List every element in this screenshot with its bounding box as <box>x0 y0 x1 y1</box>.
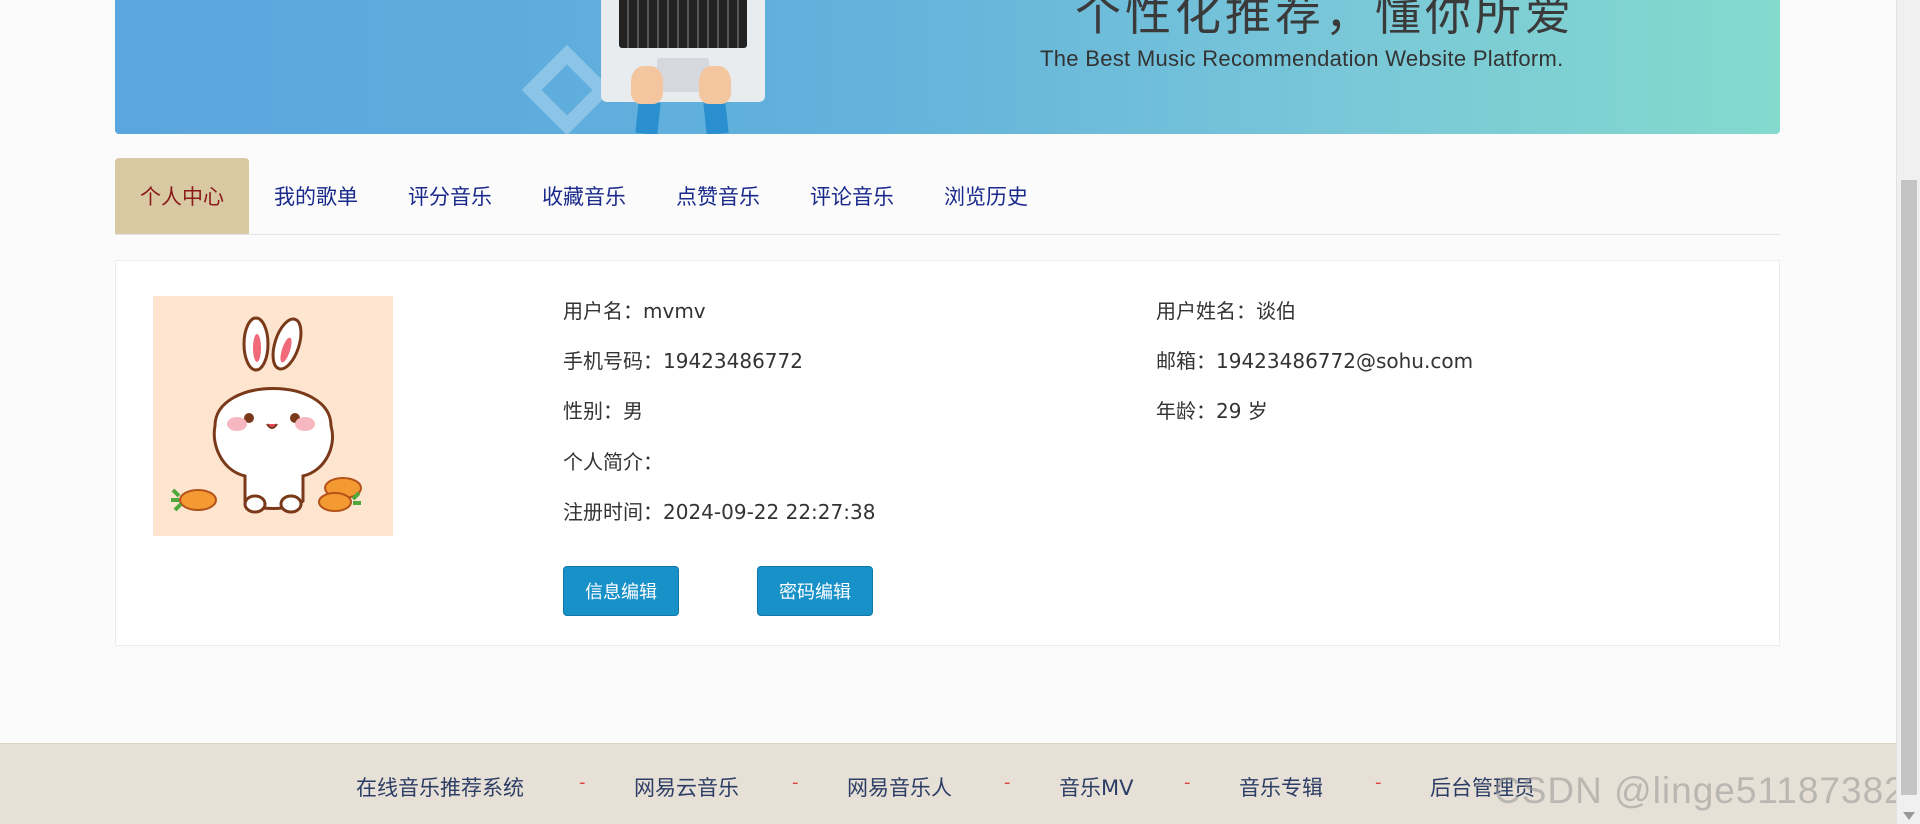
username-label: 用户名： <box>563 299 643 323</box>
tab-my-playlists[interactable]: 我的歌单 <box>249 158 383 234</box>
footer-link-netease-musician[interactable]: 网易音乐人 <box>847 772 952 802</box>
email-row: 邮箱：19423486772@sohu.com <box>1156 345 1473 374</box>
profile-card: 用户名：mvmv 用户姓名：谈伯 手机号码：19423486772 邮箱：194… <box>115 260 1780 646</box>
right-hand-graphic <box>699 66 731 104</box>
realname-row: 用户姓名：谈伯 <box>1156 295 1296 324</box>
phone-row: 手机号码：19423486772 <box>563 345 803 374</box>
footer-separator: - <box>1375 772 1382 793</box>
left-sleeve-graphic <box>635 100 661 134</box>
bio-row: 个人简介： <box>563 446 663 475</box>
footer-separator: - <box>1004 772 1011 793</box>
register-time-value: 2024-09-22 22:27:38 <box>663 500 876 524</box>
tab-rated-music[interactable]: 评分音乐 <box>383 158 517 234</box>
username-value: mvmv <box>643 299 706 323</box>
phone-value: 19423486772 <box>663 349 803 373</box>
bio-label: 个人简介： <box>563 450 663 474</box>
page-scrollbar[interactable] <box>1896 0 1920 824</box>
keyboard-graphic <box>619 0 747 48</box>
footer-link-netease-music[interactable]: 网易云音乐 <box>634 772 739 802</box>
diamond-decoration <box>521 44 613 134</box>
username-row: 用户名：mvmv <box>563 295 706 324</box>
register-time-row: 注册时间：2024-09-22 22:27:38 <box>563 496 875 525</box>
footer-link-music-mv[interactable]: 音乐MV <box>1059 772 1133 802</box>
avatar <box>153 296 393 536</box>
edit-password-button[interactable]: 密码编辑 <box>757 566 873 616</box>
email-label: 邮箱： <box>1156 349 1216 373</box>
right-sleeve-graphic <box>703 100 729 134</box>
age-value: 29 岁 <box>1216 399 1268 423</box>
csdn-watermark: CSDN @linge511873822 <box>1494 770 1920 811</box>
footer-separator: - <box>792 772 799 793</box>
register-time-label: 注册时间： <box>563 500 663 524</box>
scrollbar-thumb[interactable] <box>1901 180 1917 795</box>
email-value: 19423486772@sohu.com <box>1216 349 1474 373</box>
footer-separator: - <box>1184 772 1191 793</box>
edit-info-button[interactable]: 信息编辑 <box>563 566 679 616</box>
age-row: 年龄：29 岁 <box>1156 395 1268 424</box>
age-label: 年龄： <box>1156 399 1216 423</box>
tab-favorite-music[interactable]: 收藏音乐 <box>517 158 651 234</box>
banner-subtitle: The Best Music Recommendation Website Pl… <box>1040 46 1564 71</box>
gender-row: 性别：男 <box>563 395 643 424</box>
tab-personal-center[interactable]: 个人中心 <box>115 158 249 234</box>
realname-label: 用户姓名： <box>1156 299 1256 323</box>
realname-value: 谈伯 <box>1256 299 1296 323</box>
gender-value: 男 <box>623 399 643 423</box>
profile-tabs: 个人中心 我的歌单 评分音乐 收藏音乐 点赞音乐 评论音乐 浏览历史 <box>115 158 1780 235</box>
footer-link-system[interactable]: 在线音乐推荐系统 <box>356 772 524 802</box>
footer-link-music-album[interactable]: 音乐专辑 <box>1239 772 1323 802</box>
left-hand-graphic <box>631 66 663 104</box>
bunny-avatar-icon <box>171 316 362 514</box>
banner-slogan: 个性化推荐，懂你所爱 <box>1075 0 1575 41</box>
scroll-down-arrow-icon[interactable] <box>1903 812 1915 820</box>
gender-label: 性别： <box>563 399 623 423</box>
header-banner: 个性化推荐，懂你所爱 The Best Music Recommendation… <box>115 0 1780 134</box>
footer-separator: - <box>579 772 586 793</box>
phone-label: 手机号码： <box>563 349 663 373</box>
laptop-illustration <box>601 0 765 102</box>
tab-liked-music[interactable]: 点赞音乐 <box>651 158 785 234</box>
tab-browse-history[interactable]: 浏览历史 <box>919 158 1053 234</box>
tab-commented-music[interactable]: 评论音乐 <box>785 158 919 234</box>
